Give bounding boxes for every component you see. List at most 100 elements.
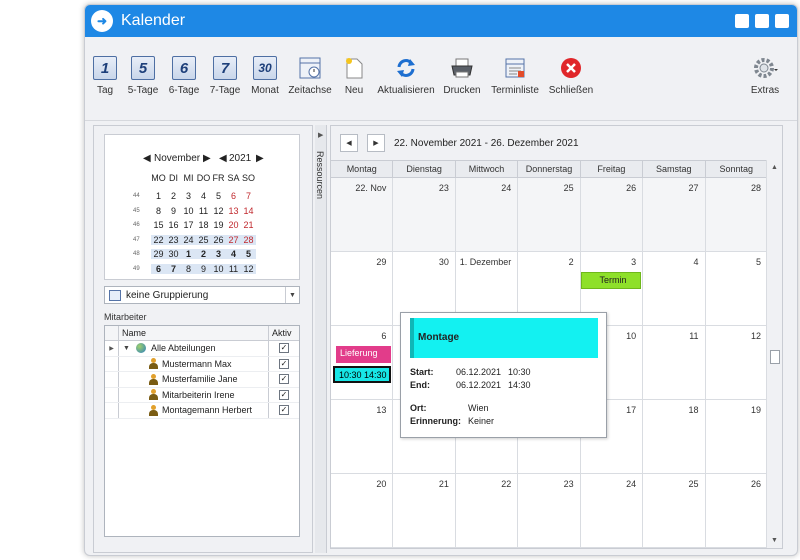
mini-cal-day[interactable]: 5: [241, 249, 256, 260]
mini-cal-day[interactable]: 11: [196, 206, 211, 216]
day-cell[interactable]: 19: [706, 400, 768, 473]
close-button[interactable]: Schließen: [543, 55, 599, 96]
day-cell[interactable]: 25: [518, 178, 581, 251]
next-year-arrow[interactable]: ▶: [256, 153, 264, 164]
day-cell[interactable]: 24: [455, 178, 519, 251]
day-cell[interactable]: 5: [706, 252, 768, 325]
day-cell[interactable]: 4: [643, 252, 706, 325]
mini-cal-day[interactable]: 25: [196, 234, 211, 245]
mini-cal-day[interactable]: 7: [241, 191, 256, 201]
day-cell[interactable]: 18: [643, 400, 706, 473]
next-month-arrow[interactable]: ▶: [203, 153, 211, 164]
prev-range-button[interactable]: ◀: [340, 134, 358, 152]
mini-cal-day[interactable]: 6: [151, 263, 166, 274]
mini-cal-day[interactable]: 6: [226, 191, 241, 201]
minimize-button[interactable]: [735, 14, 749, 28]
day-cell[interactable]: 25: [643, 474, 706, 547]
extras-button[interactable]: Extras: [737, 55, 793, 96]
mini-cal-day[interactable]: 1: [181, 249, 196, 260]
mini-cal-day[interactable]: 24: [181, 234, 196, 245]
grouping-select[interactable]: keine Gruppierung ▼: [104, 286, 300, 304]
mini-cal-day[interactable]: 12: [211, 206, 226, 216]
prev-month-arrow[interactable]: ◀: [143, 153, 151, 164]
appointment-termin[interactable]: Termin: [581, 272, 641, 289]
day-cell[interactable]: 12: [706, 326, 768, 399]
mini-cal-day[interactable]: 3: [211, 249, 226, 260]
mini-cal-day[interactable]: 8: [181, 263, 196, 274]
mini-cal-day[interactable]: 4: [226, 249, 241, 260]
mini-cal-day[interactable]: 10: [181, 206, 196, 216]
maximize-button[interactable]: [755, 14, 769, 28]
day-cell[interactable]: 26: [580, 178, 644, 251]
mini-cal-day[interactable]: 22: [151, 234, 166, 245]
next-range-button[interactable]: ▶: [367, 134, 385, 152]
mini-cal-month[interactable]: November: [154, 153, 200, 164]
mini-cal-day[interactable]: 3: [181, 191, 196, 201]
mini-cal-day[interactable]: 17: [181, 220, 196, 230]
day-cell[interactable]: 23: [518, 474, 581, 547]
day-cell[interactable]: 23: [393, 178, 456, 251]
mini-cal-day[interactable]: 13: [226, 206, 241, 216]
mini-cal-day[interactable]: 9: [196, 263, 211, 274]
scroll-thumb[interactable]: [770, 350, 780, 364]
col-name-header[interactable]: Name: [119, 326, 269, 340]
active-checkbox[interactable]: ✓: [279, 405, 289, 416]
mini-cal-day[interactable]: 2: [196, 249, 211, 260]
table-row[interactable]: Mustermann Max ✓: [105, 356, 299, 372]
mini-cal-day[interactable]: 18: [196, 220, 211, 230]
day-cell[interactable]: 27: [643, 178, 706, 251]
mini-cal-day[interactable]: 5: [211, 191, 226, 201]
mini-cal-day[interactable]: 20: [226, 220, 241, 230]
mini-cal-day[interactable]: 7: [166, 263, 181, 274]
mini-cal-day[interactable]: 12: [241, 263, 256, 274]
day-cell[interactable]: 21: [393, 474, 456, 547]
active-checkbox[interactable]: ✓: [279, 358, 289, 369]
print-button[interactable]: Drucken: [434, 55, 490, 96]
mini-cal-day[interactable]: 1: [151, 191, 166, 201]
expand-chevron-icon[interactable]: ▼: [123, 345, 130, 352]
mini-cal-day[interactable]: 21: [241, 220, 256, 230]
mini-cal-day[interactable]: 30: [166, 249, 181, 260]
day-cell[interactable]: 24: [581, 474, 644, 547]
active-checkbox[interactable]: ✓: [279, 343, 289, 354]
appointment-lieferung[interactable]: Lieferung: [333, 346, 391, 363]
prev-year-arrow[interactable]: ◀: [219, 153, 227, 164]
table-row[interactable]: Musterfamilie Jane ✓: [105, 372, 299, 388]
expand-arrow-icon[interactable]: ▶: [318, 131, 323, 139]
scroll-down-icon[interactable]: ▼: [771, 537, 778, 544]
mini-cal-day[interactable]: 28: [241, 234, 256, 245]
table-row[interactable]: Mitarbeiterin Irene ✓: [105, 387, 299, 403]
day-cell[interactable]: 29: [331, 252, 394, 325]
mini-cal-day[interactable]: 4: [196, 191, 211, 201]
day-cell[interactable]: 28: [705, 178, 768, 251]
mini-cal-day[interactable]: 2: [166, 191, 181, 201]
active-checkbox[interactable]: ✓: [279, 374, 289, 385]
mini-cal-day[interactable]: 10: [211, 263, 226, 274]
mini-cal-day[interactable]: 9: [166, 206, 181, 216]
col-active-header[interactable]: Aktiv: [269, 326, 299, 340]
refresh-button[interactable]: Aktualisieren: [377, 55, 435, 96]
appointment-list-button[interactable]: Terminliste: [487, 55, 543, 96]
day-cell[interactable]: 13: [331, 400, 394, 473]
day-cell[interactable]: 22. Nov: [331, 178, 394, 251]
day-cell[interactable]: 22: [456, 474, 519, 547]
mini-cal-day[interactable]: 16: [166, 220, 181, 230]
close-window-button[interactable]: [775, 14, 789, 28]
mini-cal-day[interactable]: 19: [211, 220, 226, 230]
scroll-up-icon[interactable]: ▲: [771, 164, 778, 171]
vertical-scrollbar[interactable]: ▲ ▼: [766, 160, 782, 548]
day-cell[interactable]: 26: [706, 474, 768, 547]
mini-cal-year[interactable]: 2021: [229, 153, 251, 164]
mini-cal-day[interactable]: 8: [151, 206, 166, 216]
day-cell[interactable]: 11: [643, 326, 706, 399]
mini-cal-day[interactable]: 29: [151, 249, 166, 260]
active-checkbox[interactable]: ✓: [279, 389, 289, 400]
mini-cal-day[interactable]: 11: [226, 263, 241, 274]
mini-cal-day[interactable]: 26: [211, 234, 226, 245]
chevron-down-icon[interactable]: ▼: [285, 287, 299, 303]
mini-cal-day[interactable]: 14: [241, 206, 256, 216]
appointment-montage[interactable]: 10:30 14:30: [333, 366, 391, 383]
mini-cal-day[interactable]: 15: [151, 220, 166, 230]
new-button[interactable]: Neu: [326, 55, 382, 96]
day-cell[interactable]: 20: [331, 474, 394, 547]
